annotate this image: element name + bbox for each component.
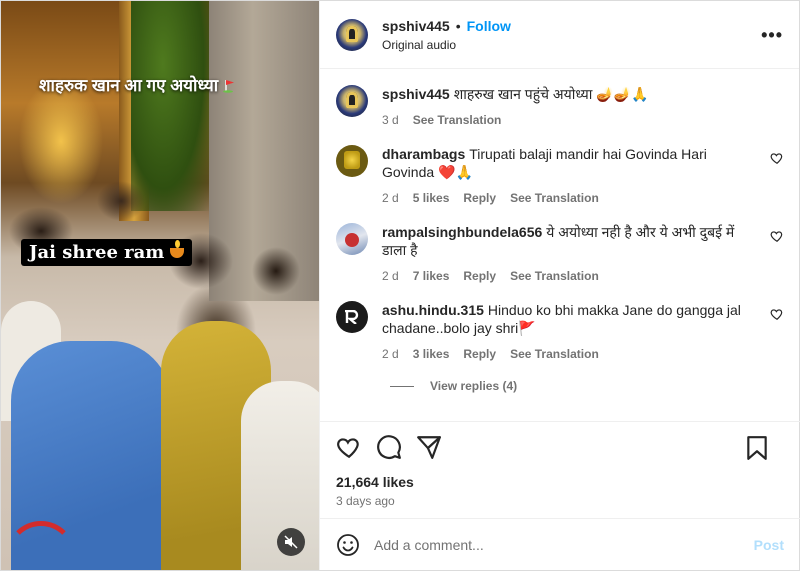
- view-replies-button[interactable]: View replies (4): [390, 379, 784, 393]
- comment-bubble-icon[interactable]: [376, 434, 402, 460]
- post-panel: spshiv445 • Follow Original audio ••• spsh…: [319, 1, 800, 570]
- reply-button[interactable]: Reply: [463, 191, 496, 205]
- speaker-muted-icon: [284, 535, 298, 549]
- comment-input[interactable]: [374, 536, 754, 553]
- avatar[interactable]: [336, 301, 368, 333]
- add-comment-row: Post: [320, 518, 800, 570]
- reply-button[interactable]: Reply: [463, 269, 496, 283]
- caption-username[interactable]: spshiv445: [382, 86, 450, 102]
- video-caption-sticker: Jai shree ram: [21, 239, 193, 266]
- comment-meta: 2 d 7 likes Reply See Translation: [382, 267, 762, 285]
- bookmark-save-icon[interactable]: [744, 435, 770, 461]
- avatar[interactable]: [336, 85, 368, 117]
- comment-meta: 2 d 3 likes Reply See Translation: [382, 345, 762, 363]
- post-dialog: शाहरुक खान आ गए अयोध्या Jai shree ram sp…: [0, 0, 800, 571]
- comment-likes[interactable]: 3 likes: [413, 347, 450, 361]
- avatar[interactable]: [336, 145, 368, 177]
- view-replies-label: View replies (4): [430, 379, 518, 393]
- avatar[interactable]: [336, 18, 368, 51]
- comment: dharambags Tirupati balaji mandir hai Gov…: [336, 145, 784, 207]
- comment-body: ashu.hindu.315 Hinduo ko bhi makka Jane d…: [382, 301, 762, 363]
- comment-username[interactable]: dharambags: [382, 146, 465, 162]
- mute-button[interactable]: [277, 528, 305, 556]
- comment-likes[interactable]: 5 likes: [413, 191, 450, 205]
- sticker-text: Jai shree ram: [29, 242, 165, 263]
- replies-divider: [390, 385, 414, 387]
- post-comment-button[interactable]: Post: [754, 537, 784, 553]
- comment-body: rampalsinghbundela656 ये अयोध्या नही है औ…: [382, 223, 762, 285]
- like-heart-icon[interactable]: [770, 229, 784, 243]
- comment-username[interactable]: ashu.hindu.315: [382, 302, 484, 318]
- comment: rampalsinghbundela656 ये अयोध्या नही है औ…: [336, 223, 784, 285]
- caption-text: शाहरुख खान पहुंचे अयोध्या 🪔🪔🙏: [453, 86, 649, 102]
- post-header: spshiv445 • Follow Original audio •••: [320, 1, 799, 69]
- post-timestamp[interactable]: 3 days ago: [336, 494, 395, 508]
- like-heart-icon[interactable]: [770, 151, 784, 165]
- share-send-icon[interactable]: [416, 434, 442, 460]
- like-heart-icon[interactable]: [770, 307, 784, 321]
- see-translation-button[interactable]: See Translation: [510, 191, 599, 205]
- header-text: spshiv445 • Follow Original audio: [382, 16, 511, 54]
- caption-body: spshiv445 शाहरुख खान पहुंचे अयोध्या 🪔🪔🙏 3…: [382, 85, 762, 129]
- header-line: spshiv445 • Follow: [382, 16, 511, 38]
- caption-age[interactable]: 3 d: [382, 113, 399, 127]
- golf-flag-icon: [223, 80, 235, 93]
- likes-count[interactable]: 21,664 likes: [336, 474, 414, 490]
- avatar[interactable]: [336, 223, 368, 255]
- comment-age[interactable]: 2 d: [382, 269, 399, 283]
- comment-age[interactable]: 2 d: [382, 191, 399, 205]
- see-translation-button[interactable]: See Translation: [510, 347, 599, 361]
- emoji-smile-icon[interactable]: [336, 533, 360, 557]
- audio-label[interactable]: Original audio: [382, 37, 511, 53]
- separator-dot: •: [455, 17, 461, 34]
- post-caption: spshiv445 शाहरुख खान पहुंचे अयोध्या 🪔🪔🙏 3…: [336, 85, 784, 129]
- comment-username[interactable]: rampalsinghbundela656: [382, 224, 542, 240]
- author-username[interactable]: spshiv445: [382, 18, 450, 34]
- video-caption-text: शाहरुक खान आ गए अयोध्या: [39, 76, 219, 95]
- see-translation-button[interactable]: See Translation: [510, 269, 599, 283]
- like-heart-icon[interactable]: [336, 434, 362, 460]
- comment-likes[interactable]: 7 likes: [413, 269, 450, 283]
- see-translation-button[interactable]: See Translation: [413, 113, 502, 127]
- comment-age[interactable]: 2 d: [382, 347, 399, 361]
- comment-body: dharambags Tirupati balaji mandir hai Gov…: [382, 145, 762, 207]
- comment-meta: 2 d 5 likes Reply See Translation: [382, 189, 762, 207]
- action-bar: [320, 421, 800, 471]
- caption-meta: 3 d See Translation: [382, 111, 762, 129]
- comments-list[interactable]: spshiv445 शाहरुख खान पहुंचे अयोध्या 🪔🪔🙏 3…: [320, 69, 800, 409]
- follow-button[interactable]: Follow: [467, 18, 511, 34]
- comment: ashu.hindu.315 Hinduo ko bhi makka Jane d…: [336, 301, 784, 363]
- reel-video[interactable]: शाहरुक खान आ गए अयोध्या Jai shree ram: [1, 1, 319, 570]
- video-caption-top: शाहरुक खान आ गए अयोध्या: [1, 73, 319, 96]
- brand-r-logo-icon: [345, 310, 359, 324]
- diya-icon: [170, 240, 185, 258]
- reply-button[interactable]: Reply: [463, 347, 496, 361]
- more-options-button[interactable]: •••: [761, 25, 783, 46]
